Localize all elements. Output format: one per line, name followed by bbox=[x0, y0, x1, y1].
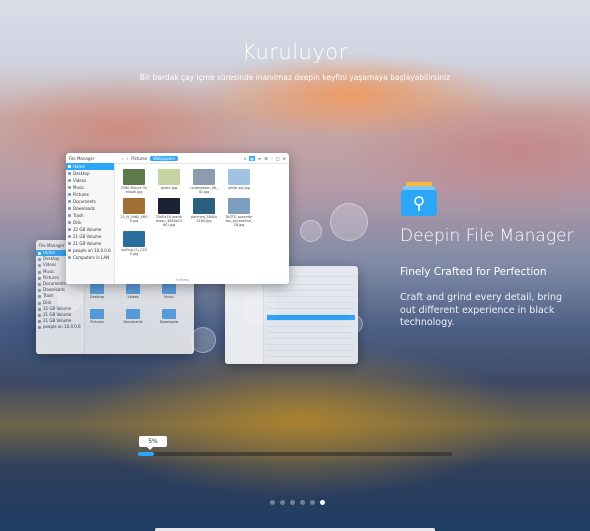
back-icon[interactable]: ‹ bbox=[122, 156, 124, 161]
slide-description: Craft and grind every detail, bring out … bbox=[400, 292, 563, 328]
sidebar-item[interactable]: 21 GB Volume bbox=[66, 233, 114, 240]
folder-item[interactable]: Music bbox=[158, 284, 180, 299]
folder-icon bbox=[126, 309, 140, 319]
minimize-icon[interactable]: – bbox=[271, 156, 273, 161]
sidebar-item[interactable]: Pictures bbox=[66, 191, 114, 198]
file-item[interactable]: surfing (2)_0239.jpg bbox=[120, 231, 148, 256]
pager-dot[interactable] bbox=[310, 500, 315, 505]
file-item[interactable]: green.jpg bbox=[155, 169, 183, 194]
file-name: white sky.jpg bbox=[228, 186, 250, 190]
sidebar-item[interactable]: Videos bbox=[66, 177, 114, 184]
file-manager-app-icon bbox=[401, 182, 437, 216]
breadcrumb-item[interactable]: Pictures bbox=[131, 156, 147, 161]
file-thumbnail bbox=[193, 198, 215, 214]
file-thumbnail bbox=[228, 169, 250, 185]
file-name: DIGTS_spaceforwin_byceseline_28.jpg bbox=[225, 215, 253, 227]
file-thumbnail bbox=[193, 169, 215, 185]
sidebar-item[interactable]: 21 GB Volume bbox=[66, 240, 114, 247]
sidebar-item[interactable]: people on 10.0.0.6 bbox=[66, 247, 114, 254]
folder-label: Music bbox=[164, 295, 174, 299]
app-title: File Manager bbox=[69, 155, 95, 161]
pager-dot[interactable] bbox=[300, 500, 305, 505]
folder-item[interactable]: Pictures bbox=[86, 309, 108, 324]
sidebar-item[interactable]: Desktop bbox=[66, 170, 114, 177]
slide-app-name: Deepin File Manager bbox=[400, 226, 574, 246]
folder-grid: Desktop Videos Music Pictures Documents Downl… bbox=[86, 284, 190, 324]
progress-percent-tooltip: 5% bbox=[139, 436, 167, 450]
grid-view-icon[interactable]: ▦ bbox=[249, 155, 255, 161]
breadcrumb-item-active[interactable]: Wallpapers bbox=[150, 155, 179, 161]
folder-icon bbox=[162, 309, 176, 319]
window-title: File Manager bbox=[39, 242, 65, 248]
file-name: 23_ft_0960_0600.jpg bbox=[120, 215, 148, 223]
file-item[interactable]: parched_3840x2160.jpg bbox=[190, 198, 218, 227]
forward-icon[interactable]: › bbox=[127, 156, 129, 161]
folder-item[interactable]: Downloads bbox=[158, 309, 180, 324]
progress-bar bbox=[138, 452, 452, 456]
file-item[interactable]: 2560x16 (earthmoon_3840x2160).jpg bbox=[155, 198, 183, 227]
status-bar: 9 items bbox=[176, 278, 189, 282]
sidebar-item[interactable]: Disk bbox=[66, 219, 114, 226]
folder-label: Documents bbox=[123, 320, 143, 324]
file-thumbnail bbox=[158, 198, 180, 214]
file-name: surfing (2)_0239.jpg bbox=[121, 248, 147, 256]
pager-dot[interactable] bbox=[290, 500, 295, 505]
sidebar-item[interactable]: Computers in LAN bbox=[66, 254, 114, 261]
file-name: 2560 Mount Overlook.jpg bbox=[120, 186, 148, 194]
file-name: underwater_66_ID.jpg bbox=[190, 186, 218, 194]
file-thumbnail bbox=[123, 169, 145, 185]
decor-bubble bbox=[300, 220, 322, 242]
file-manager-window: File Manager ‹ › Pictures Wallpapers ⌕ ▦… bbox=[66, 153, 289, 284]
folder-item[interactable]: Documents bbox=[122, 309, 144, 324]
folder-icon bbox=[162, 284, 176, 294]
sidebar-item[interactable]: Documents bbox=[66, 198, 114, 205]
folder-label: Downloads bbox=[159, 320, 179, 324]
folder-item[interactable]: Videos bbox=[122, 284, 144, 299]
slide-tagline: Finely Crafted for Perfection bbox=[400, 266, 547, 278]
sidebar-item[interactable]: Music bbox=[66, 184, 114, 191]
file-thumbnail bbox=[123, 231, 145, 247]
menu-icon[interactable]: ☰ bbox=[264, 156, 268, 161]
installer-subtitle: Bir bardak çay içme süresinde inanılmaz … bbox=[139, 73, 451, 82]
folder-icon bbox=[90, 309, 104, 319]
file-name: parched_3840x2160.jpg bbox=[190, 215, 218, 223]
file-name: green.jpg bbox=[160, 186, 178, 190]
folder-label: Pictures bbox=[90, 320, 104, 324]
sidebar-item[interactable]: Home bbox=[66, 163, 114, 170]
file-thumbnail bbox=[158, 169, 180, 185]
folder-icon bbox=[126, 284, 140, 294]
file-grid: 2560 Mount Overlook.jpg green.jpg underwat… bbox=[120, 169, 285, 256]
sidebar: Home Desktop Videos Music Pictures Documents D… bbox=[66, 163, 115, 284]
sidebar-item[interactable]: 32 GB Volume bbox=[66, 226, 114, 233]
file-item[interactable]: 23_ft_0960_0600.jpg bbox=[120, 198, 148, 227]
folder-label: Desktop bbox=[90, 295, 104, 299]
decor-bubble bbox=[330, 203, 368, 241]
installer-title: Kuruluyor bbox=[242, 40, 348, 64]
maximize-icon[interactable]: □ bbox=[276, 156, 280, 161]
pager-dot[interactable] bbox=[280, 500, 285, 505]
sidebar bbox=[225, 276, 264, 364]
file-name: 2560x16 (earthmoon_3840x2160).jpg bbox=[155, 215, 183, 227]
file-thumbnail bbox=[228, 198, 250, 214]
file-item[interactable]: 2560 Mount Overlook.jpg bbox=[120, 169, 148, 194]
list-row[interactable] bbox=[267, 357, 355, 363]
sidebar-item[interactable]: Downloads bbox=[66, 205, 114, 212]
pager-dot[interactable] bbox=[270, 500, 275, 505]
sidebar-item[interactable]: Trash bbox=[66, 212, 114, 219]
folder-icon bbox=[90, 284, 104, 294]
progress-fill bbox=[138, 452, 154, 456]
file-thumbnail bbox=[123, 198, 145, 214]
list-view-icon[interactable]: ≡ bbox=[258, 156, 261, 161]
folder-item[interactable]: Desktop bbox=[86, 284, 108, 299]
search-icon[interactable]: ⌕ bbox=[244, 156, 246, 161]
folder-label: Videos bbox=[127, 295, 139, 299]
sidebar-item[interactable]: people on 10.0.0.6 bbox=[36, 324, 84, 330]
file-item[interactable]: underwater_66_ID.jpg bbox=[190, 169, 218, 194]
pager-dot[interactable] bbox=[320, 500, 325, 505]
file-item[interactable]: white sky.jpg bbox=[225, 169, 253, 194]
close-icon[interactable]: ✕ bbox=[283, 156, 286, 161]
slide-pager bbox=[270, 500, 325, 505]
file-item[interactable]: DIGTS_spaceforwin_byceseline_28.jpg bbox=[225, 198, 253, 227]
